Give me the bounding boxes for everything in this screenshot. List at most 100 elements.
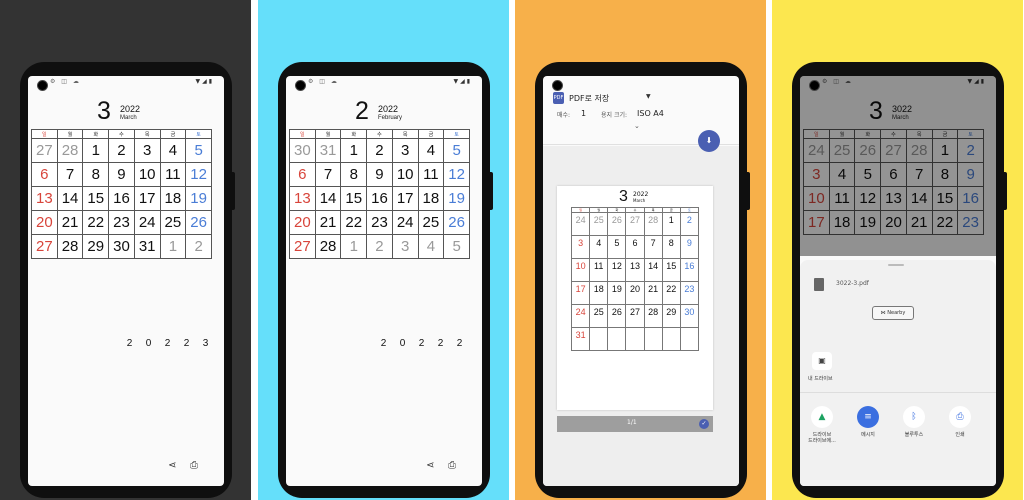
day-cell[interactable]: 21 [314,210,342,235]
day-cell[interactable]: 30 [679,304,700,328]
day-cell[interactable]: 1 [340,138,368,163]
day-cell[interactable]: 27 [625,212,645,236]
day-cell[interactable]: 2 [108,138,135,163]
day-cell[interactable]: 5 [185,138,212,163]
day-cell[interactable]: 6 [31,162,58,187]
day-cell[interactable]: 6 [625,235,645,259]
day-cell[interactable]: 28 [314,234,342,259]
day-cell[interactable]: 19 [185,186,212,211]
day-cell[interactable]: 3 [133,138,161,163]
share-app-bluetooth[interactable]: ᛒ 블루투스 [896,406,932,438]
day-cell[interactable]: 30 [108,234,135,259]
day-cell[interactable]: 7 [314,162,342,187]
day-cell[interactable]: 26 [607,304,627,328]
day-cell[interactable]: 20 [625,281,645,305]
print-icon[interactable]: ⎙ [448,460,456,471]
day-cell[interactable]: 2 [366,234,393,259]
day-cell[interactable]: 8 [340,162,368,187]
day-cell[interactable]: 30 [289,138,316,163]
share-icon[interactable]: ⋖ [168,460,176,471]
print-icon[interactable]: ⎙ [190,460,198,471]
day-cell[interactable] [607,327,627,351]
day-cell[interactable] [679,327,700,351]
day-cell[interactable]: 29 [82,234,110,259]
day-cell[interactable]: 12 [607,258,627,282]
day-cell[interactable]: 1 [661,212,681,236]
day-cell[interactable]: 2 [185,234,212,259]
day-cell[interactable]: 19 [443,186,470,211]
day-cell[interactable]: 1 [82,138,110,163]
day-cell[interactable]: 28 [643,212,663,236]
day-cell[interactable]: 29 [661,304,681,328]
day-cell[interactable]: 9 [679,235,700,259]
share-app-print[interactable]: ⎙ 인쇄 [942,406,978,438]
day-cell[interactable]: 21 [56,210,84,235]
day-cell[interactable]: 17 [133,186,161,211]
day-cell[interactable]: 27 [31,234,58,259]
day-cell[interactable]: 17 [391,186,419,211]
my-drive-icon[interactable]: ▣ [812,352,832,370]
day-cell[interactable] [625,327,645,351]
day-cell[interactable]: 25 [159,210,187,235]
day-cell[interactable]: 4 [417,234,445,259]
day-cell[interactable]: 7 [643,235,663,259]
day-cell[interactable]: 22 [340,210,368,235]
day-cell[interactable]: 28 [56,138,84,163]
day-cell[interactable]: 23 [108,210,135,235]
day-cell[interactable]: 4 [417,138,445,163]
day-cell[interactable]: 15 [661,258,681,282]
day-cell[interactable]: 11 [589,258,609,282]
day-cell[interactable]: 15 [82,186,110,211]
day-cell[interactable]: 8 [661,235,681,259]
day-cell[interactable]: 27 [625,304,645,328]
day-cell[interactable]: 1 [159,234,187,259]
day-cell[interactable]: 26 [443,210,470,235]
day-cell[interactable]: 2 [679,212,700,236]
expand-chevron-icon[interactable]: ⌄ [634,122,640,130]
day-cell[interactable]: 13 [625,258,645,282]
share-app-messages[interactable]: ≡ 메시지 [850,406,886,438]
day-cell[interactable]: 10 [133,162,161,187]
day-cell[interactable]: 24 [391,210,419,235]
sheet-drag-handle[interactable] [888,264,904,266]
day-cell[interactable]: 13 [289,186,316,211]
day-cell[interactable]: 25 [589,212,609,236]
day-cell[interactable]: 6 [289,162,316,187]
day-cell[interactable]: 4 [589,235,609,259]
day-cell[interactable]: 1 [340,234,368,259]
day-cell[interactable]: 23 [679,281,700,305]
day-cell[interactable]: 9 [108,162,135,187]
day-cell[interactable]: 11 [417,162,445,187]
day-cell[interactable]: 22 [661,281,681,305]
day-cell[interactable]: 26 [185,210,212,235]
day-cell[interactable]: 20 [31,210,58,235]
day-cell[interactable]: 16 [366,186,393,211]
day-cell[interactable]: 11 [159,162,187,187]
day-cell[interactable]: 25 [589,304,609,328]
day-cell[interactable]: 16 [679,258,700,282]
copies-value[interactable]: 1 [581,109,586,118]
day-cell[interactable]: 25 [417,210,445,235]
day-cell[interactable]: 24 [570,304,591,328]
day-cell[interactable]: 24 [570,212,591,236]
day-cell[interactable]: 3 [391,234,419,259]
day-cell[interactable]: 12 [443,162,470,187]
day-cell[interactable]: 10 [570,258,591,282]
day-cell[interactable]: 27 [289,234,316,259]
day-cell[interactable]: 22 [82,210,110,235]
day-cell[interactable]: 15 [340,186,368,211]
day-cell[interactable]: 14 [314,186,342,211]
share-icon[interactable]: ⋖ [426,460,434,471]
day-cell[interactable]: 3 [391,138,419,163]
paper-size-value[interactable]: ISO A4 [637,109,664,118]
day-cell[interactable]: 18 [159,186,187,211]
preview-page[interactable]: 3 2022 March 일 월 화 수 목 금 토 24 25 26 27 28 1 2 3 4 5 6 7 8 9 1… [557,186,713,410]
day-cell[interactable]: 17 [570,281,591,305]
dropdown-caret-icon[interactable]: ▼ [646,93,651,100]
day-cell[interactable]: 28 [643,304,663,328]
day-cell[interactable]: 28 [56,234,84,259]
day-cell[interactable]: 31 [314,138,342,163]
day-cell[interactable]: 27 [31,138,58,163]
day-cell[interactable]: 10 [391,162,419,187]
day-cell[interactable]: 24 [133,210,161,235]
